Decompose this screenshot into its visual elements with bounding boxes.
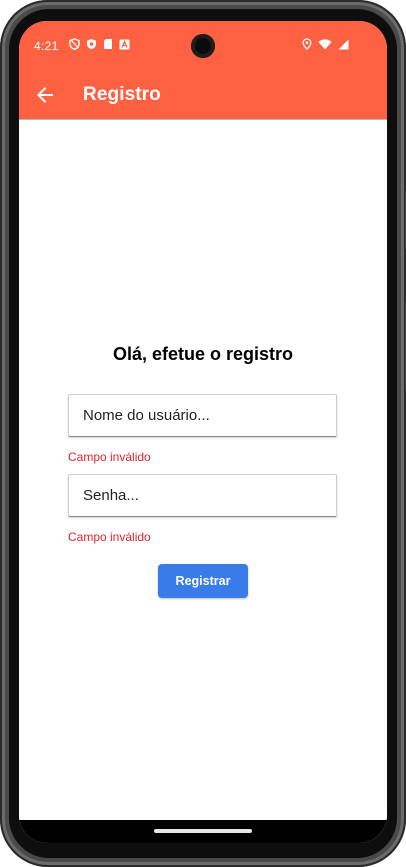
wifi-icon — [318, 38, 332, 49]
screen: 4:21 Registro Olá, efetue o registro Nom… — [19, 21, 387, 843]
status-time: 4:21 — [34, 39, 59, 53]
register-form: Olá, efetue o registro Campo inválido Ca… — [19, 120, 387, 820]
form-heading: Olá, efetue o registro — [112, 344, 294, 364]
shield-outline-icon — [69, 38, 80, 50]
sd-card-icon — [104, 39, 112, 49]
username-error: Campo inválido — [68, 450, 151, 464]
password-error: Campo inválido — [68, 530, 151, 544]
gesture-nav-bar — [19, 820, 387, 843]
home-indicator[interactable] — [154, 829, 252, 833]
front-camera — [191, 34, 215, 58]
status-bar: 4:21 — [19, 21, 387, 71]
text-a-icon — [119, 39, 130, 49]
password-input[interactable] — [68, 474, 337, 517]
shield-dot-icon — [87, 39, 96, 50]
signal-icon — [338, 39, 349, 49]
page-title: Registro — [83, 84, 161, 105]
username-input[interactable] — [68, 394, 337, 437]
register-button[interactable]: Registrar — [158, 564, 248, 598]
phone-frame: 4:21 Registro Olá, efetue o registro Nom… — [0, 0, 406, 867]
arrow-left-icon[interactable] — [33, 83, 57, 107]
system-icons — [302, 38, 349, 50]
app-bar: Registro — [19, 71, 387, 119]
notification-icons — [69, 38, 130, 50]
location-icon — [302, 38, 312, 50]
